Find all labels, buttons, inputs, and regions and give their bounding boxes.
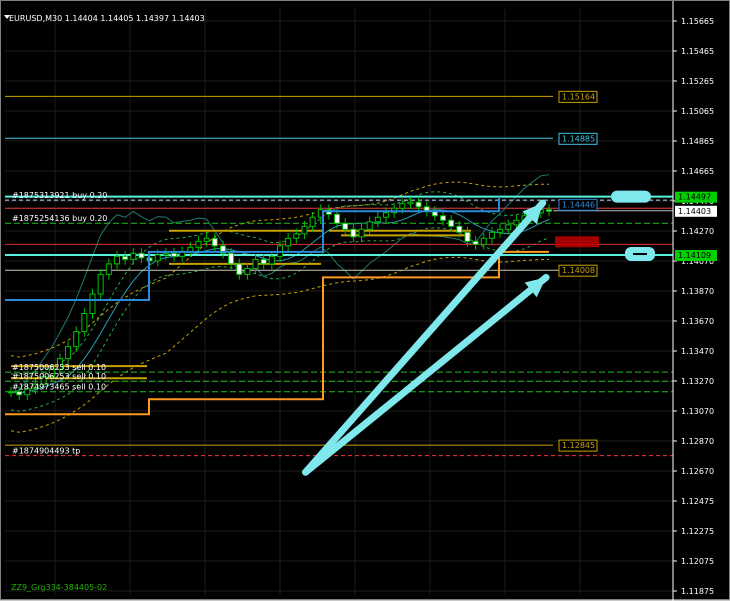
axis-tick-label: 1.12075	[681, 557, 714, 566]
candle-body	[407, 201, 414, 205]
axis-tick-label: 1.13070	[681, 407, 714, 416]
candle-body	[546, 209, 552, 212]
order-label: #1875254136 buy 0.20	[12, 214, 107, 223]
price-tag-label: 1.12845	[562, 441, 595, 450]
candle-body	[260, 258, 267, 265]
candle-body	[105, 263, 112, 275]
order-label: #1874904493 tp	[12, 447, 80, 456]
candle-body	[448, 219, 455, 227]
candle-body	[350, 228, 357, 238]
candle-body	[374, 216, 381, 223]
candle-body	[89, 293, 96, 315]
arrow-shaft	[302, 273, 550, 476]
candle-body	[268, 255, 275, 265]
candle-body	[480, 237, 487, 245]
candle-body	[366, 221, 373, 230]
candle-body	[211, 237, 218, 247]
candle-body	[122, 255, 129, 260]
candle-body	[171, 252, 178, 257]
candle-body	[505, 224, 512, 230]
axis-tick-label: 1.12475	[681, 497, 714, 506]
axis-tick-label: 1.15465	[681, 47, 714, 56]
order-label: #1875006253 sell 0.10	[12, 363, 106, 372]
candle-body	[334, 213, 341, 224]
axis-tick-label: 1.14665	[681, 167, 714, 176]
candle-body	[358, 228, 365, 238]
candle-body	[382, 212, 389, 218]
chart-window[interactable]: #1875313921 buy 0.20 #1875254136 buy 0.20…	[0, 0, 730, 601]
axis-tick-label: 1.13670	[681, 317, 714, 326]
candle-body	[203, 237, 210, 242]
candle-body	[252, 258, 259, 269]
candle-body	[488, 231, 495, 239]
candle-body	[293, 233, 300, 239]
annotation-arrows	[302, 190, 655, 476]
candle-body	[236, 263, 243, 275]
candle-body	[65, 346, 72, 360]
candle-body	[513, 219, 520, 226]
order-label: #1874973465 sell 0.10	[12, 383, 106, 392]
price-tag-label: 1.15164	[562, 92, 595, 101]
candle-body	[81, 313, 88, 333]
axis-tick-label: 1.12670	[681, 467, 714, 476]
candle-body	[195, 240, 202, 248]
price-tag-box	[555, 236, 599, 248]
price-axis: 1.15665 1.15465 1.15265 1.15065 1.14865 1.146…	[672, 1, 717, 601]
candle-body	[244, 267, 251, 275]
candle-body	[301, 225, 308, 235]
candle-body	[113, 255, 120, 265]
candle-body	[456, 225, 463, 233]
candle-body	[16, 391, 23, 396]
axis-tick-label: 1.14270	[681, 227, 714, 236]
price-marker-label: 1.14403	[678, 207, 711, 216]
axis-tick-label: 1.12870	[681, 437, 714, 446]
axis-tick-label: 1.15265	[681, 77, 714, 86]
order-label: #1875006253 sell 0.10	[12, 372, 106, 381]
candle-body	[472, 240, 479, 245]
axis-tick-label: 1.11875	[681, 587, 714, 596]
candle-body	[138, 252, 145, 259]
price-tags: 1.15164 1.14885 1.14446 1.14008 1.12845	[555, 90, 599, 452]
price-tag-label: 1.14446	[562, 200, 595, 209]
candle-body	[97, 273, 104, 295]
axis-tick-label: 1.15065	[681, 107, 714, 116]
candle-body	[309, 216, 316, 227]
footer-label: ZZ9_Grg334-384405-02	[11, 583, 107, 592]
price-chart[interactable]: #1875313921 buy 0.20 #1875254136 buy 0.20…	[1, 1, 730, 601]
price-marker-label: 1.14109	[678, 251, 711, 260]
candle-body	[342, 222, 349, 230]
price-tag-label: 1.14008	[562, 266, 595, 275]
candle-body	[228, 252, 235, 265]
price-tag-label: 1.14885	[562, 134, 595, 143]
candle-body	[399, 203, 406, 209]
candle-body	[8, 391, 14, 394]
order-label: #1875313921 buy 0.20	[12, 191, 107, 200]
candle-body	[162, 252, 169, 256]
candle-body	[464, 231, 471, 242]
price-marker-label: 1.14497	[678, 193, 711, 202]
axis-tick-label: 1.13470	[681, 347, 714, 356]
axis-tick-label: 1.15665	[681, 17, 714, 26]
candle-body	[285, 237, 292, 247]
axis-tick-label: 1.13870	[681, 287, 714, 296]
candle-body	[415, 201, 422, 208]
candle-body	[73, 331, 80, 348]
arrow-target-marker	[611, 190, 651, 203]
candle-body	[440, 215, 447, 221]
candle-body	[497, 228, 504, 233]
axis-tick-label: 1.14865	[681, 137, 714, 146]
axis-tick-label: 1.13270	[681, 377, 714, 386]
candle-body	[154, 254, 161, 262]
candle-body	[130, 252, 137, 260]
arrow-shaft	[302, 199, 547, 476]
trailing-stop-blue	[5, 196, 500, 301]
chart-title: EURUSD,M30 1.14404 1.14405 1.14397 1.144…	[9, 14, 205, 23]
axis-tick-label: 1.12275	[681, 527, 714, 536]
